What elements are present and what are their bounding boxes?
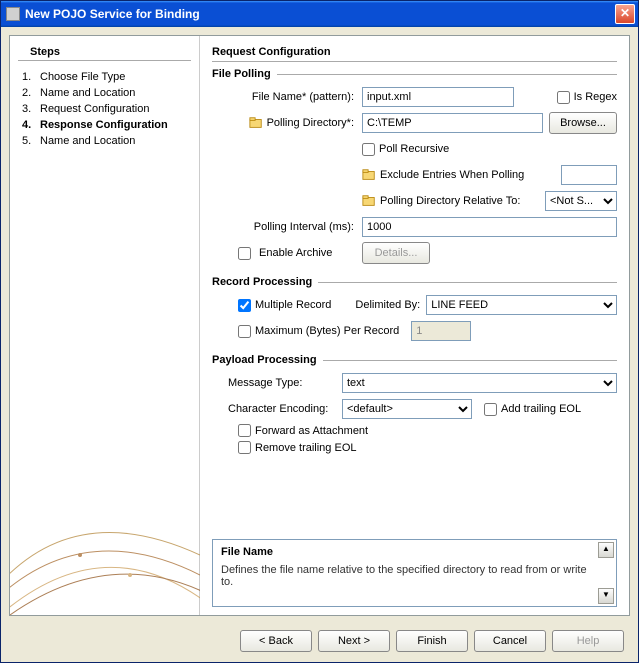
step-2: 2.Name and Location: [22, 85, 187, 101]
char-encoding-label: Character Encoding:: [212, 403, 342, 415]
add-trailing-eol-checkbox[interactable]: [484, 403, 497, 416]
file-name-label: File Name* (pattern):: [252, 91, 354, 103]
folder-icon: [362, 194, 376, 208]
record-processing-title: Record Processing: [212, 276, 312, 288]
poll-recursive-label: Poll Recursive: [379, 143, 449, 155]
remove-trailing-eol-checkbox[interactable]: [238, 441, 251, 454]
file-polling-group: File Polling File Name* (pattern): Is Re…: [212, 68, 617, 268]
scroll-down-button[interactable]: ▼: [598, 588, 614, 604]
browse-button[interactable]: Browse...: [549, 112, 617, 134]
next-button[interactable]: Next >: [318, 630, 390, 652]
description-title: File Name: [221, 546, 594, 558]
scroll-up-button[interactable]: ▲: [598, 542, 614, 558]
forward-attachment-checkbox[interactable]: [238, 424, 251, 437]
add-trailing-eol-label: Add trailing EOL: [501, 403, 581, 415]
wizard-footer: < Back Next > Finish Cancel Help: [1, 624, 638, 662]
is-regex-checkbox[interactable]: [557, 91, 570, 104]
relative-to-select[interactable]: <Not S...: [545, 191, 617, 211]
panel-title: Request Configuration: [212, 46, 617, 62]
file-name-input[interactable]: [362, 87, 514, 107]
finish-button[interactable]: Finish: [396, 630, 468, 652]
is-regex-label: Is Regex: [574, 91, 617, 103]
polling-dir-input[interactable]: [362, 113, 543, 133]
steps-heading: Steps: [18, 36, 191, 61]
titlebar: New POJO Service for Binding ✕: [1, 1, 638, 27]
interval-label: Polling Interval (ms):: [254, 221, 354, 233]
enable-archive-checkbox[interactable]: [238, 247, 251, 260]
exclude-entries-input[interactable]: [561, 165, 617, 185]
exclude-entries-label: Exclude Entries When Polling: [380, 169, 524, 181]
forward-attachment-label: Forward as Attachment: [255, 425, 368, 437]
payload-processing-title: Payload Processing: [212, 354, 317, 366]
multiple-record-checkbox[interactable]: [238, 299, 251, 312]
char-encoding-select[interactable]: <default>: [342, 399, 472, 419]
back-button[interactable]: < Back: [240, 630, 312, 652]
folder-icon: [249, 116, 263, 130]
close-button[interactable]: ✕: [615, 4, 635, 24]
payload-processing-group: Payload Processing Message Type: text Ch…: [212, 354, 617, 458]
message-type-label: Message Type:: [212, 377, 342, 389]
steps-panel: Steps 1.Choose File Type 2.Name and Loca…: [10, 36, 200, 615]
max-bytes-label: Maximum (Bytes) Per Record: [255, 325, 399, 337]
cancel-button[interactable]: Cancel: [474, 630, 546, 652]
step-5: 5.Name and Location: [22, 133, 187, 149]
remove-trailing-eol-label: Remove trailing EOL: [255, 442, 357, 454]
max-bytes-checkbox[interactable]: [238, 325, 251, 338]
enable-archive-label: Enable Archive: [259, 247, 332, 259]
description-box: File Name Defines the file name relative…: [212, 539, 617, 607]
decorative-swirl: [10, 455, 200, 615]
description-text: Defines the file name relative to the sp…: [221, 564, 594, 588]
window-title: New POJO Service for Binding: [25, 7, 615, 21]
interval-input[interactable]: [362, 217, 617, 237]
step-4: 4.Response Configuration: [22, 117, 187, 133]
app-icon: [6, 7, 20, 21]
step-3: 3.Request Configuration: [22, 101, 187, 117]
max-bytes-input[interactable]: [411, 321, 471, 341]
multiple-record-label: Multiple Record: [255, 299, 331, 311]
delimited-by-select[interactable]: LINE FEED: [426, 295, 617, 315]
help-button[interactable]: Help: [552, 630, 624, 652]
poll-recursive-checkbox[interactable]: [362, 143, 375, 156]
step-1: 1.Choose File Type: [22, 69, 187, 85]
delimited-by-label: Delimited By:: [355, 299, 420, 311]
steps-list: 1.Choose File Type 2.Name and Location 3…: [10, 69, 199, 149]
details-button[interactable]: Details...: [362, 242, 430, 264]
message-type-select[interactable]: text: [342, 373, 617, 393]
config-panel: Request Configuration File Polling File …: [200, 36, 629, 615]
relative-to-label: Polling Directory Relative To:: [380, 195, 520, 207]
polling-dir-label: Polling Directory*:: [267, 117, 354, 129]
file-polling-title: File Polling: [212, 68, 271, 80]
record-processing-group: Record Processing Multiple Record Delimi…: [212, 276, 617, 346]
folder-icon: [362, 168, 376, 182]
